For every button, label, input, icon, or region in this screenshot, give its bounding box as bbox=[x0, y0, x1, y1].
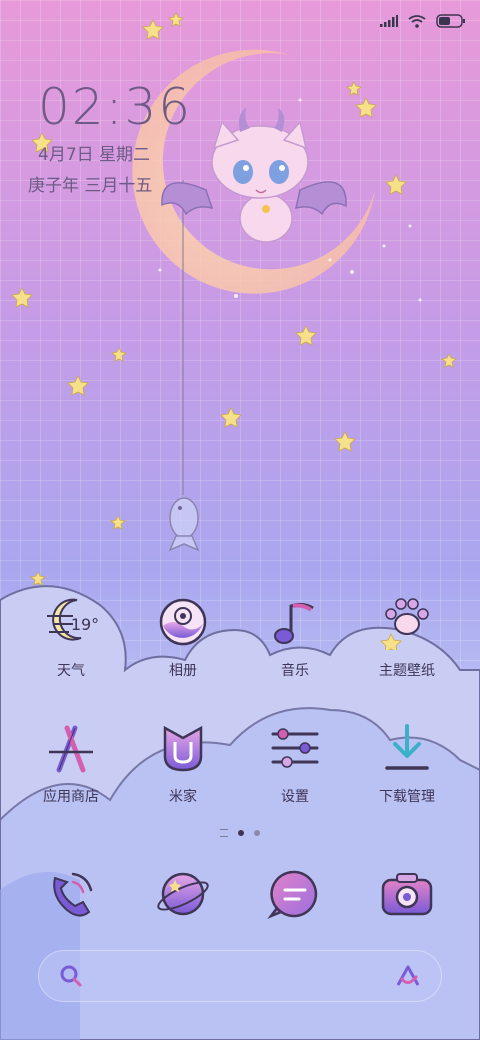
mijia-icon bbox=[155, 720, 211, 776]
status-bar bbox=[380, 10, 466, 32]
app-settings[interactable]: 设置 bbox=[240, 720, 350, 806]
wifi-icon bbox=[408, 14, 426, 28]
search-bar[interactable] bbox=[38, 950, 442, 1002]
assistant-icon[interactable] bbox=[394, 963, 422, 989]
app-app-store[interactable]: 应用商店 bbox=[16, 720, 126, 806]
app-downloads[interactable]: 下载管理 bbox=[352, 720, 462, 806]
weather-temperature: 19° bbox=[70, 614, 100, 634]
music-icon bbox=[267, 594, 323, 650]
gallery-icon bbox=[155, 594, 211, 650]
app-themes[interactable]: 主题壁纸 bbox=[352, 594, 462, 680]
app-label: 天气 bbox=[57, 662, 85, 678]
battery-icon bbox=[436, 14, 465, 28]
dock-camera[interactable] bbox=[352, 866, 462, 922]
app-label: 主题壁纸 bbox=[379, 662, 435, 678]
dock-messages[interactable] bbox=[240, 866, 350, 922]
app-label: 相册 bbox=[169, 662, 197, 678]
page-list-indicator-icon bbox=[220, 829, 228, 837]
app-music[interactable]: 音乐 bbox=[240, 594, 350, 680]
clock-time: 02:36 bbox=[38, 78, 193, 136]
download-icon bbox=[379, 720, 435, 776]
app-label: 音乐 bbox=[281, 662, 309, 678]
weather-icon: 19° bbox=[43, 594, 99, 650]
app-label: 米家 bbox=[169, 788, 197, 804]
fish-icon bbox=[168, 497, 200, 552]
dock-phone[interactable] bbox=[16, 866, 126, 922]
page-indicator[interactable] bbox=[0, 829, 480, 837]
app-mijia[interactable]: 米家 bbox=[128, 720, 238, 806]
settings-sliders-icon bbox=[267, 720, 323, 776]
page-dot bbox=[254, 830, 260, 836]
app-label: 应用商店 bbox=[43, 788, 99, 804]
messages-icon bbox=[267, 866, 323, 922]
page-dot-active bbox=[238, 830, 244, 836]
clock-date: 4月7日 星期二 bbox=[38, 145, 151, 165]
app-gallery[interactable]: 相册 bbox=[128, 594, 238, 680]
app-weather[interactable]: 19° 天气 bbox=[16, 594, 126, 680]
app-label: 下载管理 bbox=[379, 788, 435, 804]
paw-theme-icon bbox=[379, 594, 435, 650]
browser-planet-icon bbox=[155, 866, 211, 922]
phone-icon bbox=[43, 866, 99, 922]
app-store-icon bbox=[43, 720, 99, 776]
clock-lunar-date: 庚子年 三月十五 bbox=[28, 176, 153, 196]
signal-bars-icon bbox=[380, 15, 398, 27]
app-label: 设置 bbox=[281, 788, 309, 804]
camera-icon bbox=[379, 866, 435, 922]
dock-browser[interactable] bbox=[128, 866, 238, 922]
search-icon[interactable] bbox=[58, 963, 84, 989]
clock-widget[interactable]: 02:36 4月7日 星期二 庚子年 三月十五 bbox=[28, 78, 193, 196]
